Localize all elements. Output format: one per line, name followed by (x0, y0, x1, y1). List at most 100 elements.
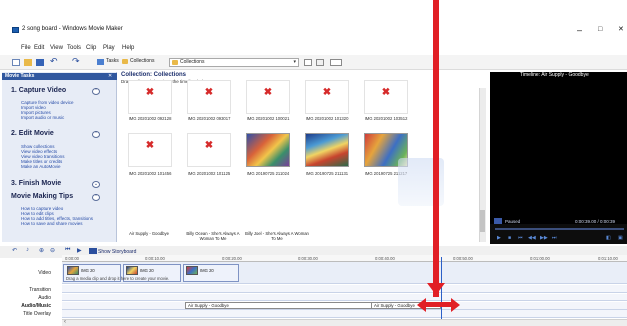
ruler-tick: 0:01:00.00 (530, 256, 550, 261)
menu-play[interactable]: Play (103, 45, 115, 51)
save-project-icon[interactable] (36, 59, 44, 66)
menu-edit[interactable]: Edit (34, 45, 44, 51)
title-overlay-track[interactable] (62, 310, 627, 318)
audio-track[interactable] (62, 294, 627, 301)
minimize-button[interactable]: – (577, 26, 582, 35)
timeline-clip-label: IMG 20 (140, 268, 154, 273)
collapse-chevron-icon[interactable]: ⌃ (92, 131, 100, 138)
audio-clip-label[interactable]: Air Supply - Goodbye (118, 231, 180, 236)
preview-controls (490, 224, 627, 244)
menu-clip[interactable]: Clip (86, 45, 96, 51)
new-project-icon[interactable] (12, 59, 20, 66)
clip-label: IMG 20201002 101125 (187, 171, 231, 176)
clip-label: IMG 20190725 211024 (246, 171, 290, 176)
menu-view[interactable]: View (50, 45, 63, 51)
chevron-down-icon: ▾ (293, 59, 296, 65)
ruler-tick: 0:00:20.00 (222, 256, 242, 261)
previous-frame-icon[interactable]: ⏮ (518, 235, 523, 241)
stop-icon[interactable]: ■ (508, 235, 511, 241)
views-icon[interactable] (330, 59, 342, 66)
collection-title: Collection: Collections (121, 72, 187, 78)
tip-save-share[interactable]: How to save and share movies (21, 221, 83, 226)
section-edit-movie[interactable]: 2. Edit Movie (11, 130, 54, 137)
clip-label: IMG 20201002 103512 (364, 116, 408, 121)
rewind-icon[interactable]: ◀◀ (528, 235, 536, 241)
broken-image-icon: ✖ (204, 87, 214, 98)
rewind-timeline-icon[interactable]: ⏮ (65, 247, 70, 254)
audio-music-clip[interactable]: Air Supply - Goodbye (185, 302, 375, 309)
redo-icon[interactable]: ↷ (72, 56, 80, 67)
scrollbar-thumb[interactable] (480, 210, 485, 232)
clip-thumbnail-broken[interactable]: ✖ (246, 80, 290, 114)
storyboard-icon[interactable] (89, 248, 97, 254)
tasks-button-label: Tasks (106, 58, 119, 64)
clip-label: IMG 20201002 092128 (128, 116, 172, 121)
maximize-button[interactable]: □ (598, 26, 602, 34)
undo-icon[interactable]: ↶ (50, 56, 58, 67)
new-folder-icon[interactable] (316, 59, 324, 66)
menu-help[interactable]: Help (122, 45, 134, 51)
tasks-button[interactable]: Tasks (96, 58, 119, 67)
section-movie-tips[interactable]: Movie Making Tips (11, 193, 73, 200)
clip-label: IMG 20201002 101320 (305, 116, 349, 121)
zoom-out-icon[interactable]: ⊖ (50, 247, 55, 254)
clip-thumbnail-broken[interactable]: ✖ (128, 133, 172, 167)
timeline-horizontal-scrollbar[interactable] (62, 319, 627, 326)
clip-thumbnail-broken[interactable]: ✖ (128, 80, 172, 114)
collapse-chevron-icon[interactable]: ⌃ (92, 194, 100, 201)
track-label-audio-music: Audio/Music (21, 303, 51, 309)
timeline-undo-icon[interactable]: ↶ (12, 247, 17, 254)
collections-button[interactable]: Collections (120, 58, 165, 67)
clip-thumbnail-broken[interactable]: ✖ (187, 133, 231, 167)
clip-thumbnail-broken[interactable]: ✖ (187, 80, 231, 114)
menu-file[interactable]: File (21, 45, 31, 51)
play-timeline-icon[interactable]: ▶ (77, 247, 82, 254)
split-clip-icon[interactable]: ◧ (606, 235, 611, 241)
ruler-tick: 0:00:30.00 (298, 256, 318, 261)
clip-label: IMG 20201002 100021 (246, 116, 290, 121)
section-capture-video[interactable]: 1. Capture Video (11, 87, 66, 94)
ruler-tick: 0:00:40.00 (375, 256, 395, 261)
seek-bar[interactable] (495, 228, 624, 230)
collapse-chevron-icon[interactable]: ⌃ (92, 88, 100, 95)
close-button[interactable]: ✕ (618, 26, 624, 34)
forward-icon[interactable]: ▶▶ (540, 235, 548, 241)
clip-thumbnail-broken[interactable]: ✖ (364, 80, 408, 114)
timeline-clip-label: IMG 20 (200, 268, 214, 273)
open-project-icon[interactable] (24, 59, 32, 66)
audio-clip-label[interactable]: Billy Joel - She's Always A Woman To Me (244, 231, 310, 241)
section-finish-movie[interactable]: 3. Finish Movie (11, 180, 61, 187)
annotation-arrow-down (433, 0, 439, 297)
ruler-tick: 0:00:10.00 (145, 256, 165, 261)
clip-thumbnail (67, 266, 79, 275)
close-pane-icon[interactable]: ✕ (108, 73, 112, 79)
clip-thumbnail (186, 266, 198, 275)
playback-timecode: 0:00:39.00 / 0:00:39 (575, 219, 616, 224)
narrate-icon[interactable]: ♪ (26, 247, 29, 253)
up-folder-icon[interactable] (304, 59, 312, 66)
collection-select-value: Collections (180, 59, 205, 65)
zoom-in-icon[interactable]: ⊕ (39, 247, 44, 254)
clip-thumbnail-photo[interactable] (246, 133, 290, 167)
play-icon[interactable]: ▶ (497, 235, 501, 241)
track-label-transition: Transition (29, 287, 51, 293)
clip-thumbnail-photo[interactable] (305, 133, 349, 167)
expand-chevron-icon[interactable]: ⌄ (92, 181, 100, 188)
collection-select[interactable]: Collections ▾ (169, 58, 299, 67)
scroll-left-icon[interactable]: ‹ (64, 319, 66, 325)
clip-thumbnail (126, 266, 138, 275)
transition-track[interactable] (62, 285, 627, 293)
audio-clip-label[interactable]: Billy Ocean - She's Always A Woman To Me (182, 231, 244, 241)
clip-thumbnail-broken[interactable]: ✖ (305, 80, 349, 114)
snapshot-icon[interactable]: ▣ (618, 235, 623, 241)
next-frame-icon[interactable]: ⏭ (552, 235, 557, 241)
clip-label: IMG 20190725 211131 (305, 171, 349, 176)
broken-image-icon: ✖ (145, 140, 155, 151)
task-automovie[interactable]: Make an AutoMovie (21, 164, 61, 169)
task-import-audio[interactable]: Import audio or music (21, 115, 64, 120)
broken-image-icon: ✖ (204, 140, 214, 151)
movie-tasks-header: Movie Tasks (2, 73, 117, 80)
ruler-tick: 0:00:50.00 (453, 256, 473, 261)
menu-tools[interactable]: Tools (67, 45, 81, 51)
annotation-arrow-horizontal (424, 302, 452, 307)
